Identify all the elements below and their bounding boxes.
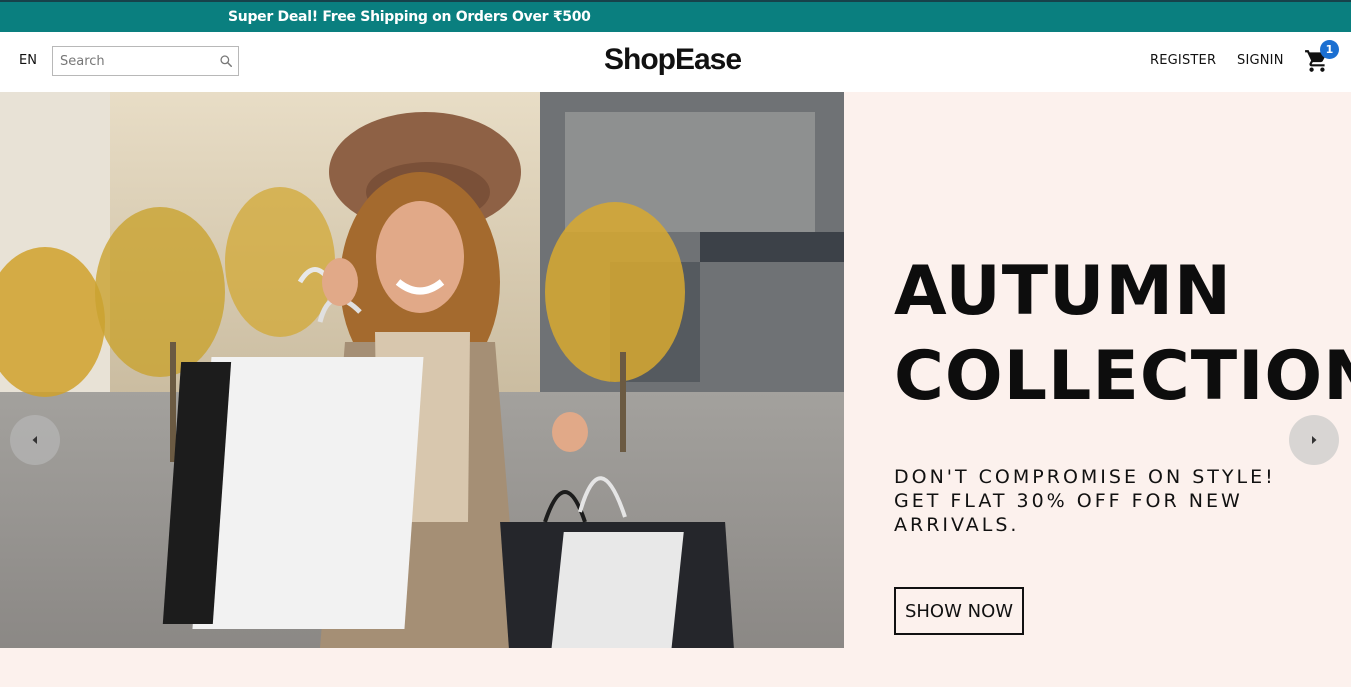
show-now-button[interactable]: SHOW NOW xyxy=(894,587,1024,635)
signin-link[interactable]: SIGNIN xyxy=(1237,53,1284,68)
hero-subtitle: DON'T COMPROMISE ON STYLE! GET FLAT 30% … xyxy=(894,466,1276,536)
hero-title-line-1: AUTUMN xyxy=(894,252,1232,331)
chevron-right-icon xyxy=(1312,436,1317,444)
site-logo[interactable]: ShopEase xyxy=(604,43,742,77)
slider-prev-button[interactable] xyxy=(10,415,60,465)
search-container xyxy=(52,46,239,76)
shopping-woman-photo xyxy=(0,92,844,648)
navbar: EN ShopEase REGISTER SIGNIN 1 xyxy=(0,32,1351,92)
hero-slider: AUTUMN COLLECTION DON'T COMPROMISE ON ST… xyxy=(0,92,1351,648)
register-link[interactable]: REGISTER xyxy=(1150,53,1216,68)
cart-count-badge: 1 xyxy=(1320,40,1339,59)
search-input[interactable] xyxy=(60,52,210,70)
announcement-text: Super Deal! Free Shipping on Orders Over… xyxy=(228,9,591,25)
search-icon[interactable] xyxy=(219,54,233,68)
hero-image xyxy=(0,92,844,648)
slider-next-button[interactable] xyxy=(1289,415,1339,465)
language-selector[interactable]: EN xyxy=(19,53,37,68)
announcement-bar: Super Deal! Free Shipping on Orders Over… xyxy=(0,0,1351,32)
hero-title-line-2: COLLECTION xyxy=(894,337,1351,416)
chevron-left-icon xyxy=(32,436,37,444)
